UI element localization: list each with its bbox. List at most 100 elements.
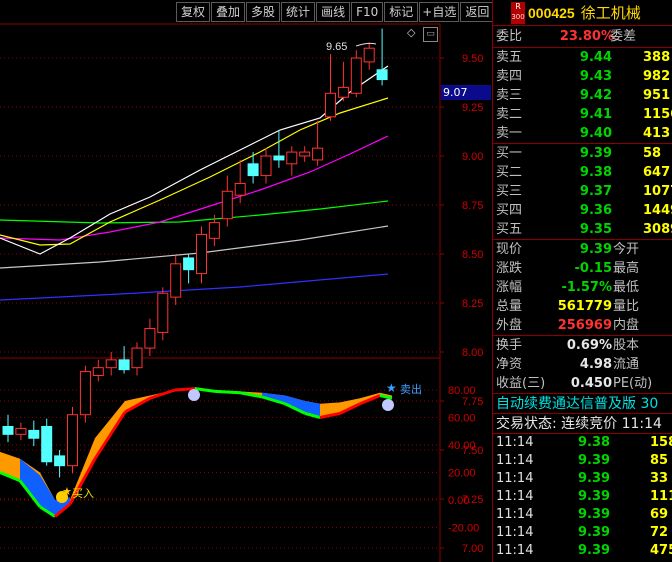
ask-volume: 1156 <box>643 107 672 122</box>
market-badge-bottom: 300 <box>511 12 525 21</box>
tick-row: 11:14 9.39 72 <box>493 524 672 542</box>
ask-price: 9.42 <box>579 88 612 103</box>
stat-label-right: 流通 <box>613 357 640 372</box>
draw-line-button[interactable]: 画线 <box>316 2 351 22</box>
ma30-line <box>0 200 389 224</box>
stat-row: 换手 0.69% 股本 <box>493 336 672 355</box>
stat-label: 换手 <box>496 338 523 353</box>
ask-row[interactable]: 卖三 9.42 951 <box>493 86 672 105</box>
candle-body <box>131 347 143 369</box>
tick-price: 9.38 <box>578 435 611 450</box>
candle-body <box>247 163 259 177</box>
ask-book: 卖五 9.44 388 卖四 9.43 982 卖三 9.42 951 卖二 9.41 1156 卖一 9… <box>493 48 672 143</box>
sell-signal-icon <box>382 399 394 411</box>
fuquan-button[interactable]: 复权 <box>176 2 211 22</box>
quote-row: 总量 561779 量比 <box>493 297 672 316</box>
indicator-axis-label: -20.00 <box>448 523 479 535</box>
ask-volume: 951 <box>643 88 671 103</box>
ask-label: 卖一 <box>496 126 523 141</box>
candle-body <box>376 69 388 81</box>
bid-row[interactable]: 买五 9.35 3089 <box>493 220 672 239</box>
bid-row[interactable]: 买三 9.37 1077 <box>493 182 672 201</box>
candle-body <box>54 455 66 467</box>
ma120-line <box>0 273 389 301</box>
price-axis-label: 9.25 <box>462 102 483 114</box>
ask-price: 9.40 <box>579 126 612 141</box>
ask-label: 卖三 <box>496 88 523 103</box>
mark-button[interactable]: 标记 <box>384 2 419 22</box>
tick-time: 11:14 <box>496 525 534 540</box>
stats-button[interactable]: 统计 <box>281 2 316 22</box>
trade-status: 交易状态: 连续竞价 11:14 <box>493 413 672 433</box>
quote-label: 外盘 <box>496 318 523 333</box>
bid-row[interactable]: 买四 9.36 1449 <box>493 201 672 220</box>
bid-volume: 1077 <box>643 184 672 199</box>
quote-label: 现价 <box>496 242 523 257</box>
bid-label: 买一 <box>496 146 523 161</box>
kline-chart-area[interactable]: 9.50 9.25 9.00 8.75 8.50 8.25 8.00 7.75 7.50 7.25… <box>0 0 495 562</box>
candle-body <box>67 414 78 467</box>
tick-price: 9.39 <box>578 453 611 468</box>
kline-chart-canvas[interactable]: 9.509.259.008.758.508.258.007.757.507.25… <box>0 0 492 562</box>
back-button[interactable]: 返回 <box>460 2 495 22</box>
bid-price: 9.39 <box>579 146 612 161</box>
tick-time: 11:14 <box>496 507 534 522</box>
bid-price: 9.37 <box>579 184 612 199</box>
candle-body <box>2 425 14 435</box>
quote-value: 256969 <box>557 318 612 333</box>
stock-name: 徐工机械 <box>580 4 641 22</box>
multi-stock-button[interactable]: 多股 <box>246 2 281 22</box>
tick-row: 11:14 9.39 85 <box>493 452 672 470</box>
f10-button[interactable]: F10 <box>351 2 384 22</box>
candle-body <box>312 147 324 161</box>
chart-toolbar: 复权 叠加 多股 统计 画线 F10 标记 +自选 返回 <box>175 2 495 22</box>
buy-signal-label: 买入 <box>72 487 94 500</box>
weibi-value: 23.80% <box>559 29 614 44</box>
overlay-button[interactable]: 叠加 <box>211 2 246 22</box>
quote-panel: R 300 000425 徐工机械 委比 23.80% 委差 卖五 9.44 388… <box>492 0 672 562</box>
quote-value: -1.57% <box>561 280 613 295</box>
sell-star-icon: ★ <box>386 381 397 395</box>
ask-row[interactable]: 卖五 9.44 388 <box>493 48 672 67</box>
quote-summary: 现价 9.39 今开 涨跌 -0.15 最高 涨幅 -1.57% 最低 总量 561779 量比 外盘 2… <box>493 240 672 335</box>
buy-star-icon: ★ <box>62 485 72 498</box>
stock-code: 000425 <box>528 4 575 21</box>
add-watchlist-button[interactable]: +自选 <box>419 2 460 22</box>
bid-label: 买二 <box>496 165 523 180</box>
quote-row: 现价 9.39 今开 <box>493 240 672 259</box>
candle-body <box>144 327 156 349</box>
news-marquee[interactable]: 自动续费通达信普及版 30 <box>493 393 672 413</box>
quote-label: 总量 <box>496 299 523 314</box>
quote-label-right: 今开 <box>613 242 640 257</box>
candle-body <box>208 222 220 239</box>
diamond-icon[interactable]: ◇ <box>407 26 415 39</box>
peak-arrow <box>355 42 377 47</box>
ask-row[interactable]: 卖四 9.43 982 <box>493 67 672 86</box>
restore-window-icon[interactable]: ▭ <box>423 27 438 42</box>
candle-body <box>325 92 336 118</box>
bid-row[interactable]: 买二 9.38 647 <box>493 163 672 182</box>
indicator-axis-label: 80.00 <box>448 385 476 397</box>
ask-price: 9.44 <box>579 50 612 65</box>
ask-row[interactable]: 卖二 9.41 1156 <box>493 105 672 124</box>
ask-row[interactable]: 卖一 9.40 413 <box>493 124 672 143</box>
bid-price: 9.38 <box>579 165 612 180</box>
bid-price: 9.36 <box>579 203 612 218</box>
tick-volume: 111 <box>650 489 672 504</box>
bid-book: 买一 9.39 58 买二 9.38 647 买三 9.37 1077 买四 9.36 1449 买五 9… <box>493 144 672 239</box>
tick-list[interactable]: 11:14 9.38 158 11:14 9.39 85 11:14 9.39 33 11:14 9… <box>493 434 672 560</box>
candle-body <box>234 182 246 196</box>
tick-price: 9.39 <box>578 507 611 522</box>
tick-row: 11:14 9.39 69 <box>493 506 672 524</box>
stat-row: 净资 4.98 流通 <box>493 355 672 374</box>
stat-label: 收益(三) <box>496 376 546 391</box>
candle-body <box>221 190 233 220</box>
quote-label: 涨幅 <box>496 280 523 295</box>
tick-row: 11:14 9.39 33 <box>493 470 672 488</box>
price-axis-label: 9.00 <box>462 151 483 163</box>
candle-body <box>118 359 130 371</box>
quote-value: -0.15 <box>574 261 612 276</box>
bid-row[interactable]: 买一 9.39 58 <box>493 144 672 163</box>
quote-value: 561779 <box>557 299 612 314</box>
ask-price: 9.41 <box>579 107 612 122</box>
